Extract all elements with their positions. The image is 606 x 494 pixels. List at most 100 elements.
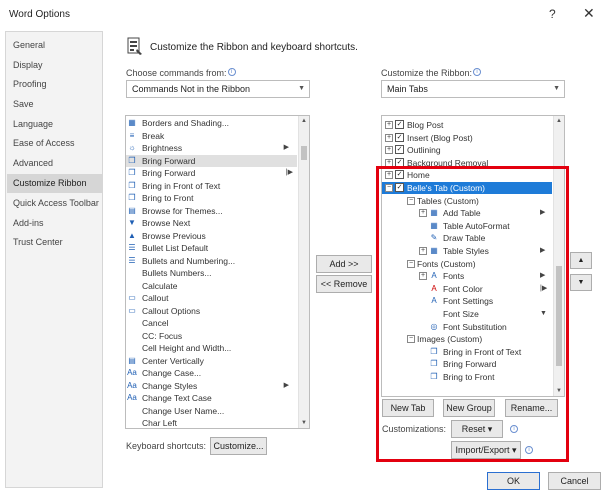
scroll-up-icon[interactable]: ▲ bbox=[299, 116, 309, 126]
sidebar-item-add-ins[interactable]: Add-ins bbox=[7, 214, 102, 233]
command-item[interactable]: Aa Change Text Case bbox=[126, 392, 297, 404]
tree-item[interactable]: − ✓ Belle's Tab (Custom) bbox=[382, 182, 552, 194]
command-item[interactable]: ▭ Callout Options bbox=[126, 305, 297, 317]
command-item[interactable]: Cell Height and Width... bbox=[126, 342, 297, 354]
tree-item[interactable]: ❐ Bring to Front bbox=[382, 371, 552, 383]
command-item[interactable]: Cancel bbox=[126, 317, 297, 329]
scroll-thumb[interactable] bbox=[301, 146, 307, 160]
expand-icon[interactable]: + bbox=[419, 247, 427, 255]
tab-checkbox[interactable]: ✓ bbox=[395, 170, 404, 180]
customize-ribbon-dropdown[interactable]: Main Tabs ▼ bbox=[381, 80, 565, 98]
help-button[interactable]: ? bbox=[549, 7, 556, 21]
command-item[interactable]: ❐ Bring in Front of Text bbox=[126, 180, 297, 192]
tree-item[interactable]: ◎ Font Substitution bbox=[382, 321, 552, 333]
expand-icon[interactable]: + bbox=[385, 121, 393, 129]
command-item[interactable]: ☰ Bullets and Numbering... bbox=[126, 255, 297, 267]
sidebar-item-save[interactable]: Save bbox=[7, 95, 102, 114]
move-up-button[interactable]: ▲ bbox=[570, 252, 592, 269]
collapse-icon[interactable]: − bbox=[385, 184, 393, 192]
tree-item[interactable]: + A Fonts ▶ bbox=[382, 270, 552, 282]
tree-item[interactable]: Font Size ▼ bbox=[382, 308, 552, 320]
tree-item[interactable]: ▦ Table AutoFormat bbox=[382, 220, 552, 232]
tree-item[interactable]: − Tables (Custom) bbox=[382, 195, 552, 207]
tree-item[interactable]: − Fonts (Custom) bbox=[382, 258, 552, 270]
sidebar-item-trust-center[interactable]: Trust Center bbox=[7, 233, 102, 252]
command-item[interactable]: Calculate bbox=[126, 280, 297, 292]
tree-item[interactable]: + ✓ Insert (Blog Post) bbox=[382, 132, 552, 144]
rename-button[interactable]: Rename... bbox=[505, 399, 558, 417]
command-item[interactable]: ≡ Break bbox=[126, 130, 297, 142]
expand-icon[interactable]: + bbox=[385, 133, 393, 142]
command-item[interactable]: ▼ Browse Next bbox=[126, 217, 297, 229]
expand-icon[interactable]: + bbox=[419, 209, 427, 218]
command-item[interactable]: ☼ Brightness ▶ bbox=[126, 142, 297, 154]
scroll-thumb[interactable] bbox=[556, 266, 562, 366]
scroll-up-icon[interactable]: ▲ bbox=[554, 116, 564, 126]
tab-checkbox[interactable]: ✓ bbox=[395, 145, 404, 155]
tab-checkbox[interactable]: ✓ bbox=[395, 120, 404, 129]
scroll-down-icon[interactable]: ▼ bbox=[299, 418, 309, 428]
command-item[interactable]: Bullets Numbers... bbox=[126, 267, 297, 279]
tree-item[interactable]: A Font Color |▶ bbox=[382, 283, 552, 295]
ribbon-tree[interactable]: ▲ ▼ + ✓ Blog Post + ✓ Insert (Blog Post) + ✓ Out… bbox=[381, 115, 565, 397]
ok-button[interactable]: OK bbox=[487, 472, 540, 490]
tree-item[interactable]: + ✓ Blog Post bbox=[382, 119, 552, 131]
scroll-down-icon[interactable]: ▼ bbox=[554, 386, 564, 396]
command-item[interactable]: ▦ Borders and Shading... bbox=[126, 117, 297, 129]
sidebar-item-proofing[interactable]: Proofing bbox=[7, 75, 102, 94]
add-button[interactable]: Add >> bbox=[316, 255, 372, 273]
command-item[interactable]: Aa Change Case... bbox=[126, 367, 297, 379]
command-item[interactable]: ▭ Callout bbox=[126, 292, 297, 304]
tree-item[interactable]: ❐ Bring Forward bbox=[382, 358, 552, 370]
tab-checkbox[interactable]: ✓ bbox=[395, 132, 404, 142]
command-item[interactable]: Aa Change Styles ▶ bbox=[126, 380, 297, 392]
tree-item[interactable]: + ✓ Home bbox=[382, 169, 552, 181]
command-item[interactable]: Char Left bbox=[126, 417, 297, 428]
sidebar-item-language[interactable]: Language bbox=[7, 115, 102, 134]
new-tab-button[interactable]: New Tab bbox=[382, 399, 434, 417]
commands-scrollbar[interactable]: ▲ ▼ bbox=[298, 116, 309, 428]
tree-scrollbar[interactable]: ▲ ▼ bbox=[553, 116, 564, 396]
tree-item[interactable]: + ▦ Table Styles ▶ bbox=[382, 245, 552, 257]
expand-icon[interactable]: + bbox=[385, 146, 393, 155]
expand-icon[interactable]: + bbox=[419, 272, 427, 281]
expand-icon[interactable]: + bbox=[385, 171, 393, 180]
reset-button[interactable]: Reset ▾ bbox=[451, 420, 503, 438]
command-item[interactable]: Change User Name... bbox=[126, 405, 297, 417]
sidebar-item-advanced[interactable]: Advanced bbox=[7, 154, 102, 173]
new-group-button[interactable]: New Group bbox=[443, 399, 495, 417]
remove-button[interactable]: << Remove bbox=[316, 275, 372, 293]
expand-icon[interactable]: + bbox=[385, 158, 393, 167]
command-item[interactable]: ❐ Bring Forward bbox=[126, 154, 297, 167]
tree-item[interactable]: − Images (Custom) bbox=[382, 333, 552, 345]
command-item[interactable]: ▤ Browse for Themes... bbox=[126, 205, 297, 217]
sidebar-item-customize-ribbon[interactable]: Customize Ribbon bbox=[7, 174, 102, 193]
tab-checkbox[interactable]: ✓ bbox=[395, 157, 404, 167]
command-item[interactable]: ❐ Bring Forward |▶ bbox=[126, 167, 297, 179]
sidebar-item-general[interactable]: General bbox=[7, 36, 102, 55]
tree-item[interactable]: A Font Settings bbox=[382, 295, 552, 307]
command-item[interactable]: ❐ Bring to Front bbox=[126, 192, 297, 204]
command-item[interactable]: CC: Focus bbox=[126, 330, 297, 342]
import-export-button[interactable]: Import/Export ▾ bbox=[451, 441, 521, 459]
command-item[interactable]: ▲ Browse Previous bbox=[126, 230, 297, 242]
move-down-button[interactable]: ▼ bbox=[570, 274, 592, 291]
close-icon[interactable]: ✕ bbox=[583, 5, 595, 22]
customize-shortcuts-button[interactable]: Customize... bbox=[210, 437, 267, 455]
command-item[interactable]: ☰ Bullet List Default bbox=[126, 242, 297, 254]
cancel-button[interactable]: Cancel bbox=[548, 472, 601, 490]
tree-item[interactable]: + ✓ Outlining bbox=[382, 144, 552, 156]
choose-commands-dropdown[interactable]: Commands Not in the Ribbon ▼ bbox=[126, 80, 310, 98]
command-item[interactable]: ▤ Center Vertically bbox=[126, 355, 297, 367]
sidebar-item-quick-access-toolbar[interactable]: Quick Access Toolbar bbox=[7, 194, 102, 213]
collapse-icon[interactable]: − bbox=[407, 196, 415, 205]
tree-item[interactable]: + ▦ Add Table ▶ bbox=[382, 207, 552, 219]
tree-item[interactable]: ✎ Draw Table bbox=[382, 232, 552, 244]
collapse-icon[interactable]: − bbox=[407, 259, 415, 268]
sidebar-item-ease-of-access[interactable]: Ease of Access bbox=[7, 134, 102, 153]
tree-item[interactable]: + ✓ Background Removal bbox=[382, 157, 552, 169]
commands-list[interactable]: ▲ ▼ ▦ Borders and Shading... ≡ Break ☼ Bright… bbox=[125, 115, 310, 429]
tab-checkbox[interactable]: ✓ bbox=[395, 183, 404, 192]
sidebar-item-display[interactable]: Display bbox=[7, 56, 102, 75]
collapse-icon[interactable]: − bbox=[407, 335, 415, 344]
